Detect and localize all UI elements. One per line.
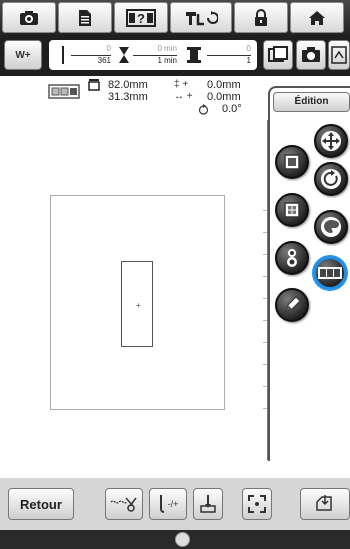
mode-label: W+ xyxy=(15,49,31,61)
rotate-icon xyxy=(321,169,341,189)
status-bar xyxy=(0,530,350,549)
tab-edition-label: Édition xyxy=(294,96,329,107)
lock-icon xyxy=(255,8,267,26)
pattern-height: 31.3mm xyxy=(108,91,148,103)
ruler-tick xyxy=(263,254,267,255)
pencil-icon xyxy=(285,296,301,312)
horizontal-offset: 0.0mm xyxy=(207,91,241,103)
ruler-tick xyxy=(263,342,267,343)
array-icon xyxy=(287,249,297,267)
rotation-icon xyxy=(198,104,209,115)
density-icon xyxy=(284,202,300,218)
memory-button[interactable] xyxy=(300,488,350,520)
tab-edition[interactable]: Édition xyxy=(273,92,350,112)
ruler-tick xyxy=(263,232,267,233)
ruler-tick xyxy=(263,364,267,365)
pattern-width: 82.0mm xyxy=(108,79,148,91)
home-button[interactable] xyxy=(290,2,344,33)
thread-cut-button[interactable] xyxy=(105,488,143,520)
pattern-info: 82.0mm 31.3mm ‡ + ↔ + 0.0mm 0.0mm 0.0° xyxy=(0,76,268,120)
color-counter: 0 1 xyxy=(207,44,251,66)
save-icon xyxy=(316,495,332,511)
move-button[interactable] xyxy=(314,124,348,158)
rotation-angle: 0.0° xyxy=(222,103,242,115)
border-button[interactable] xyxy=(275,145,309,179)
baste-button[interactable] xyxy=(193,488,223,520)
sewing-button[interactable] xyxy=(170,2,232,33)
vertical-offset-symbol: ‡ + xyxy=(174,79,189,90)
help-button[interactable]: ? xyxy=(114,2,168,33)
ruler-tick xyxy=(263,408,267,409)
horizontal-offset-symbol: ↔ + xyxy=(174,91,193,102)
move-icon xyxy=(321,131,341,151)
scan-icon xyxy=(331,46,347,64)
document-button[interactable] xyxy=(58,2,112,33)
needle-icon xyxy=(62,46,64,64)
vertical-offset: 0.0mm xyxy=(207,79,241,91)
stitch-current: 0 xyxy=(71,44,111,56)
svg-text:?: ? xyxy=(137,11,145,26)
frame-corners-icon xyxy=(248,495,266,513)
array-button[interactable] xyxy=(275,241,309,275)
home-icon xyxy=(309,10,325,25)
color-palette-icon xyxy=(321,217,341,237)
horizontal-repeat-icon xyxy=(318,267,342,279)
mode-button[interactable]: W+ xyxy=(4,40,42,70)
time-current: 0 min xyxy=(133,44,177,56)
stitch-edit-button[interactable] xyxy=(275,288,309,322)
multiply-horizontal-button[interactable] xyxy=(313,256,347,290)
density-button[interactable] xyxy=(275,193,309,227)
back-button-label: Retour xyxy=(20,496,62,512)
scan-button[interactable] xyxy=(328,40,350,70)
needle-step-icon: -/+ xyxy=(160,495,179,513)
back-button[interactable]: Retour xyxy=(8,488,74,520)
counter-row: W+ 0 361 0 min 1 min 0 1 xyxy=(0,35,350,76)
ruler-tick xyxy=(263,276,267,277)
time-total: 1 min xyxy=(157,56,177,65)
thread-spool-icon xyxy=(187,47,201,63)
trial-button[interactable] xyxy=(242,488,272,520)
camera-icon xyxy=(20,10,38,25)
clock-icon xyxy=(175,532,190,547)
camera-view-button[interactable] xyxy=(296,40,326,70)
ruler-tick xyxy=(263,386,267,387)
embroidery-canvas[interactable]: + xyxy=(0,120,267,461)
color-total: 1 xyxy=(246,56,251,65)
svg-text:-/+: -/+ xyxy=(168,499,179,509)
ruler-tick xyxy=(263,298,267,299)
ruler-tick xyxy=(263,320,267,321)
time-counter: 0 min 1 min xyxy=(133,44,177,66)
hoop-view-button[interactable] xyxy=(263,40,293,70)
document-icon xyxy=(79,9,91,26)
stitch-forward-back-button[interactable]: -/+ xyxy=(149,488,187,520)
sewing-icon xyxy=(186,10,218,25)
ruler-tick xyxy=(263,210,267,211)
color-button[interactable] xyxy=(314,210,348,244)
top-toolbar: ? xyxy=(0,0,350,35)
center-mark-icon: + xyxy=(136,301,141,310)
camera-button[interactable] xyxy=(2,2,56,33)
stitch-counter: 0 361 xyxy=(71,44,111,66)
hourglass-icon xyxy=(119,47,129,63)
size-icon xyxy=(88,79,100,91)
needle-down-icon xyxy=(200,495,216,513)
camera-frame-icon xyxy=(302,47,320,62)
lock-button[interactable] xyxy=(234,2,288,33)
bottom-toolbar: Retour -/+ xyxy=(0,478,350,530)
help-icon: ? xyxy=(126,8,156,27)
color-current: 0 xyxy=(207,44,251,56)
stitch-total: 361 xyxy=(97,56,111,65)
progress-counter: 0 361 0 min 1 min 0 1 xyxy=(49,40,257,70)
selected-pattern[interactable]: + xyxy=(121,261,153,347)
border-icon xyxy=(284,154,300,170)
scissors-icon xyxy=(110,497,137,512)
rotate-button[interactable] xyxy=(314,162,348,196)
frame-size-icon xyxy=(48,84,80,99)
hoop-icon xyxy=(268,46,288,62)
